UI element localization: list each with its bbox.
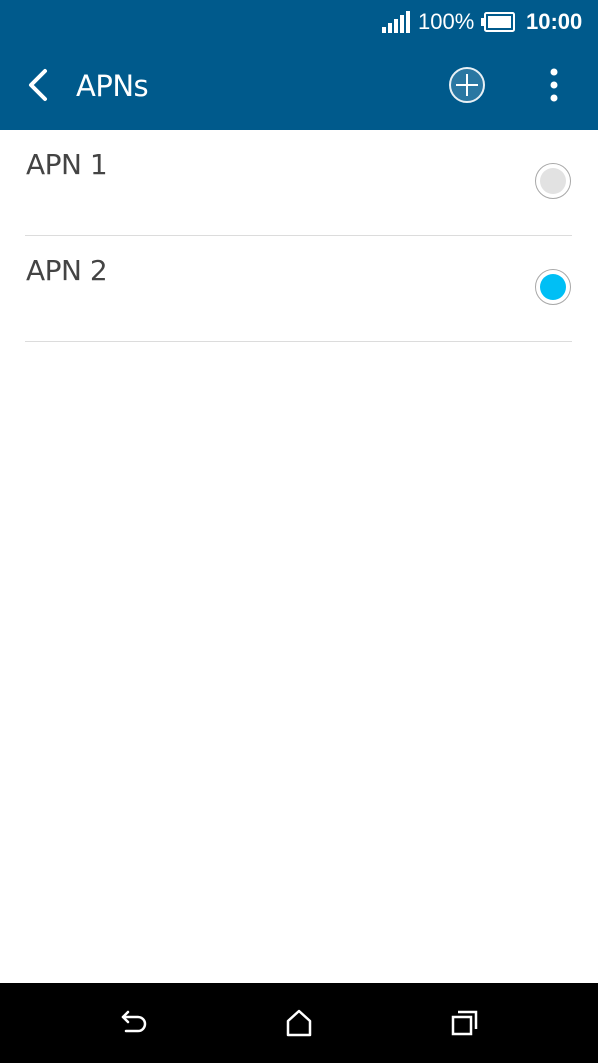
- apn-list-item[interactable]: APN 2: [0, 236, 598, 342]
- clock: 10:00: [526, 9, 583, 34]
- chevron-left-icon: [29, 69, 47, 101]
- battery-percent: 100%: [418, 9, 475, 34]
- radio-dot: [540, 274, 566, 300]
- back-arrow-icon: [121, 1010, 147, 1033]
- apn-label: APN 1: [26, 148, 108, 181]
- signal-bars-icon: [382, 11, 410, 33]
- apn-list: APN 1 APN 2: [0, 130, 598, 342]
- nav-recents-button[interactable]: [444, 1003, 484, 1043]
- nav-home-button[interactable]: [279, 1003, 319, 1043]
- apn-radio-button-selected[interactable]: [535, 269, 571, 305]
- nav-back-button[interactable]: [114, 1003, 154, 1043]
- apn-label: APN 2: [26, 254, 108, 287]
- more-options-button[interactable]: [536, 64, 572, 106]
- recent-apps-icon: [451, 1010, 478, 1036]
- status-bar: 100% 10:00: [0, 0, 598, 44]
- app-bar: APNs: [0, 44, 598, 130]
- page-title: APNs: [76, 69, 149, 103]
- add-apn-button[interactable]: [444, 62, 490, 108]
- home-icon: [286, 1009, 312, 1037]
- apn-list-item[interactable]: APN 1: [0, 130, 598, 236]
- navigation-bar: [0, 983, 598, 1063]
- more-vertical-icon: [550, 68, 558, 102]
- plus-circle-icon: [449, 67, 485, 103]
- battery-full-icon: [481, 12, 515, 32]
- apn-radio-button[interactable]: [535, 163, 571, 199]
- radio-dot: [540, 168, 566, 194]
- back-button[interactable]: [18, 62, 58, 108]
